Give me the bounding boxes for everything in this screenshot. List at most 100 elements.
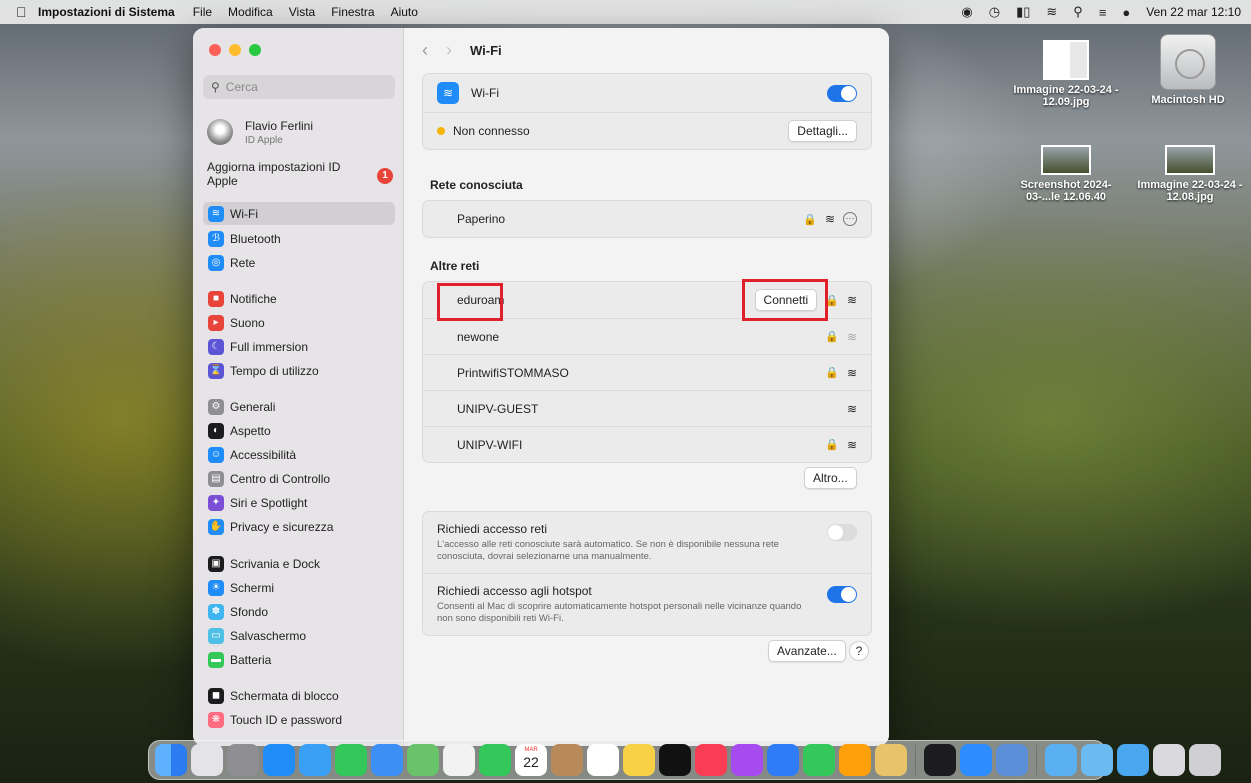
menu-finestra[interactable]: Finestra: [331, 5, 374, 19]
calendar-icon[interactable]: MAR 22: [515, 744, 547, 776]
wifi-signal-icon: ≋: [846, 365, 857, 380]
search-input[interactable]: ⚲ Cerca: [203, 75, 395, 99]
sidebar-item-schermata-di-blocco[interactable]: ◼ Schermata di blocco: [203, 684, 395, 707]
tv-icon[interactable]: [659, 744, 691, 776]
wifi-status-icon[interactable]: ≋: [1046, 4, 1057, 20]
sidebar-item-label: Full immersion: [230, 339, 309, 354]
iwork-icon[interactable]: [875, 744, 907, 776]
sidebar-item-rete[interactable]: ◎ Rete: [203, 251, 395, 274]
sidebar-item-aspetto[interactable]: ◐ Aspetto: [203, 419, 395, 442]
screensaver-icon: ▭: [208, 627, 224, 644]
zoom-button[interactable]: [249, 44, 261, 56]
menu-file[interactable]: File: [193, 5, 212, 19]
network-row-paperino[interactable]: Paperino 🔒 ≋ ⋯: [423, 201, 871, 237]
settings-icon[interactable]: [227, 744, 259, 776]
app-menu[interactable]: Impostazioni di Sistema: [38, 5, 175, 19]
terminal-icon[interactable]: [924, 744, 956, 776]
screenshot-icon[interactable]: [1153, 744, 1185, 776]
trash-icon[interactable]: [1189, 744, 1221, 776]
sidebar-item-full-immersion[interactable]: ☾ Full immersion: [203, 335, 395, 358]
launchpad-icon[interactable]: [191, 744, 223, 776]
wifi-toggle[interactable]: [827, 84, 857, 102]
music-icon[interactable]: [695, 744, 727, 776]
downloads-icon[interactable]: [1117, 744, 1149, 776]
network-row-newone[interactable]: newone 🔒 ≋: [423, 318, 871, 354]
desktop-disk-macintosh-hd[interactable]: Macintosh HD: [1133, 34, 1243, 106]
keynote-icon[interactable]: [767, 744, 799, 776]
minimize-button[interactable]: [229, 44, 241, 56]
sidebar-item-generali[interactable]: ⚙ Generali: [203, 395, 395, 418]
zoom-icon[interactable]: [960, 744, 992, 776]
sidebar-item-privacy-e-sicurezza[interactable]: ✋ Privacy e sicurezza: [203, 515, 395, 538]
sidebar-item-label: Touch ID e password: [230, 712, 343, 727]
sidebar-item-salvaschermo[interactable]: ▭ Salvaschermo: [203, 624, 395, 647]
pages-icon[interactable]: [839, 744, 871, 776]
apple-icon[interactable]: : [16, 4, 38, 20]
sidebar-item-sfondo[interactable]: ✽ Sfondo: [203, 600, 395, 623]
maps-icon[interactable]: [407, 744, 439, 776]
time-machine-icon[interactable]: ◷: [989, 4, 1000, 20]
menu-aiuto[interactable]: Aiuto: [391, 5, 418, 19]
help-button[interactable]: ?: [849, 641, 869, 661]
back-arrow-icon[interactable]: ‹: [422, 40, 428, 61]
podcasts-icon[interactable]: [731, 744, 763, 776]
sidebar-item-scrivania-e-dock[interactable]: ▣ Scrivania e Dock: [203, 552, 395, 575]
calendar-month: MAR: [524, 747, 538, 753]
sidebar-item-label: Suono: [230, 315, 265, 330]
documents-icon[interactable]: [1081, 744, 1113, 776]
photos-icon[interactable]: [443, 744, 475, 776]
ask-networks-toggle[interactable]: [827, 524, 857, 541]
sidebar-item-siri-e-spotlight[interactable]: ✦ Siri e Spotlight: [203, 491, 395, 514]
finder-icon[interactable]: [155, 744, 187, 776]
reminders-icon[interactable]: [587, 744, 619, 776]
preview-icon[interactable]: [996, 744, 1028, 776]
advanced-button[interactable]: Avanzate...: [768, 640, 846, 662]
apple-id-account[interactable]: Flavio Ferlini ID Apple: [207, 112, 397, 152]
spotlight-icon[interactable]: ⚲: [1073, 4, 1083, 20]
desktop-file-image-1209[interactable]: Immagine 22-03-24 - 12.09.jpg: [1011, 40, 1121, 108]
accessibility-icon: ☺: [208, 446, 224, 463]
sidebar-item-bluetooth[interactable]: ℬ Bluetooth: [203, 227, 395, 250]
desktop-file-image-1208[interactable]: Immagine 22-03-24 - 12.08.jpg: [1135, 145, 1245, 203]
messages-icon[interactable]: [335, 744, 367, 776]
sidebar-item-touch-id[interactable]: ❋ Touch ID e password: [203, 708, 395, 731]
sidebar-item-wifi[interactable]: ≋ Wi-Fi: [203, 202, 395, 225]
other-button[interactable]: Altro...: [804, 467, 857, 489]
network-row-unipv-guest[interactable]: UNIPV-GUEST ≋: [423, 390, 871, 426]
battery-icon[interactable]: ▮▯: [1016, 4, 1030, 20]
app-store-icon[interactable]: [263, 744, 295, 776]
siri-icon[interactable]: ●: [1122, 5, 1130, 20]
sidebar-item-schermi[interactable]: ☀ Schermi: [203, 576, 395, 599]
sidebar-item-centro-di-controllo[interactable]: ▤ Centro di Controllo: [203, 467, 395, 490]
network-row-unipv-wifi[interactable]: UNIPV-WIFI 🔒 ≋: [423, 426, 871, 462]
network-row-printwifi[interactable]: PrintwifiSTOMMASO 🔒 ≋: [423, 354, 871, 390]
numbers-icon[interactable]: [803, 744, 835, 776]
facetime-icon[interactable]: [479, 744, 511, 776]
details-button[interactable]: Dettagli...: [788, 120, 857, 142]
more-options-icon[interactable]: ⋯: [843, 212, 857, 226]
folder-icon[interactable]: [1045, 744, 1077, 776]
menu-modifica[interactable]: Modifica: [228, 5, 273, 19]
desktop-file-screenshot[interactable]: Screenshot 2024-03-...le 12.06.40: [1011, 145, 1121, 203]
sidebar-item-tempo-di-utilizzo[interactable]: ⌛ Tempo di utilizzo: [203, 359, 395, 382]
gear-icon: ⚙: [208, 398, 224, 415]
menu-vista[interactable]: Vista: [289, 5, 315, 19]
wifi-icon: ≋: [208, 205, 224, 222]
ask-hotspots-toggle[interactable]: [827, 586, 857, 603]
notes-icon[interactable]: [623, 744, 655, 776]
safari-icon[interactable]: [299, 744, 331, 776]
sidebar-item-suono[interactable]: ▸ Suono: [203, 311, 395, 334]
sidebar-item-batteria[interactable]: ▬ Batteria: [203, 648, 395, 671]
sidebar-item-label: Centro di Controllo: [230, 471, 331, 486]
contacts-icon[interactable]: [551, 744, 583, 776]
close-button[interactable]: [209, 44, 221, 56]
update-apple-id-item[interactable]: Aggiorna impostazioni ID Apple 1: [207, 160, 393, 188]
control-center-icon[interactable]: ≡: [1099, 5, 1107, 20]
clock[interactable]: Ven 22 mar 12:10: [1146, 5, 1241, 19]
forward-arrow-icon[interactable]: ›: [446, 40, 452, 61]
fingerprint-icon: ❋: [208, 711, 224, 728]
mail-icon[interactable]: [371, 744, 403, 776]
sidebar-item-accessibilita[interactable]: ☺ Accessibilità: [203, 443, 395, 466]
sidebar-item-notifiche[interactable]: ■ Notifiche: [203, 287, 395, 310]
user-switch-icon[interactable]: ◉: [961, 4, 972, 20]
